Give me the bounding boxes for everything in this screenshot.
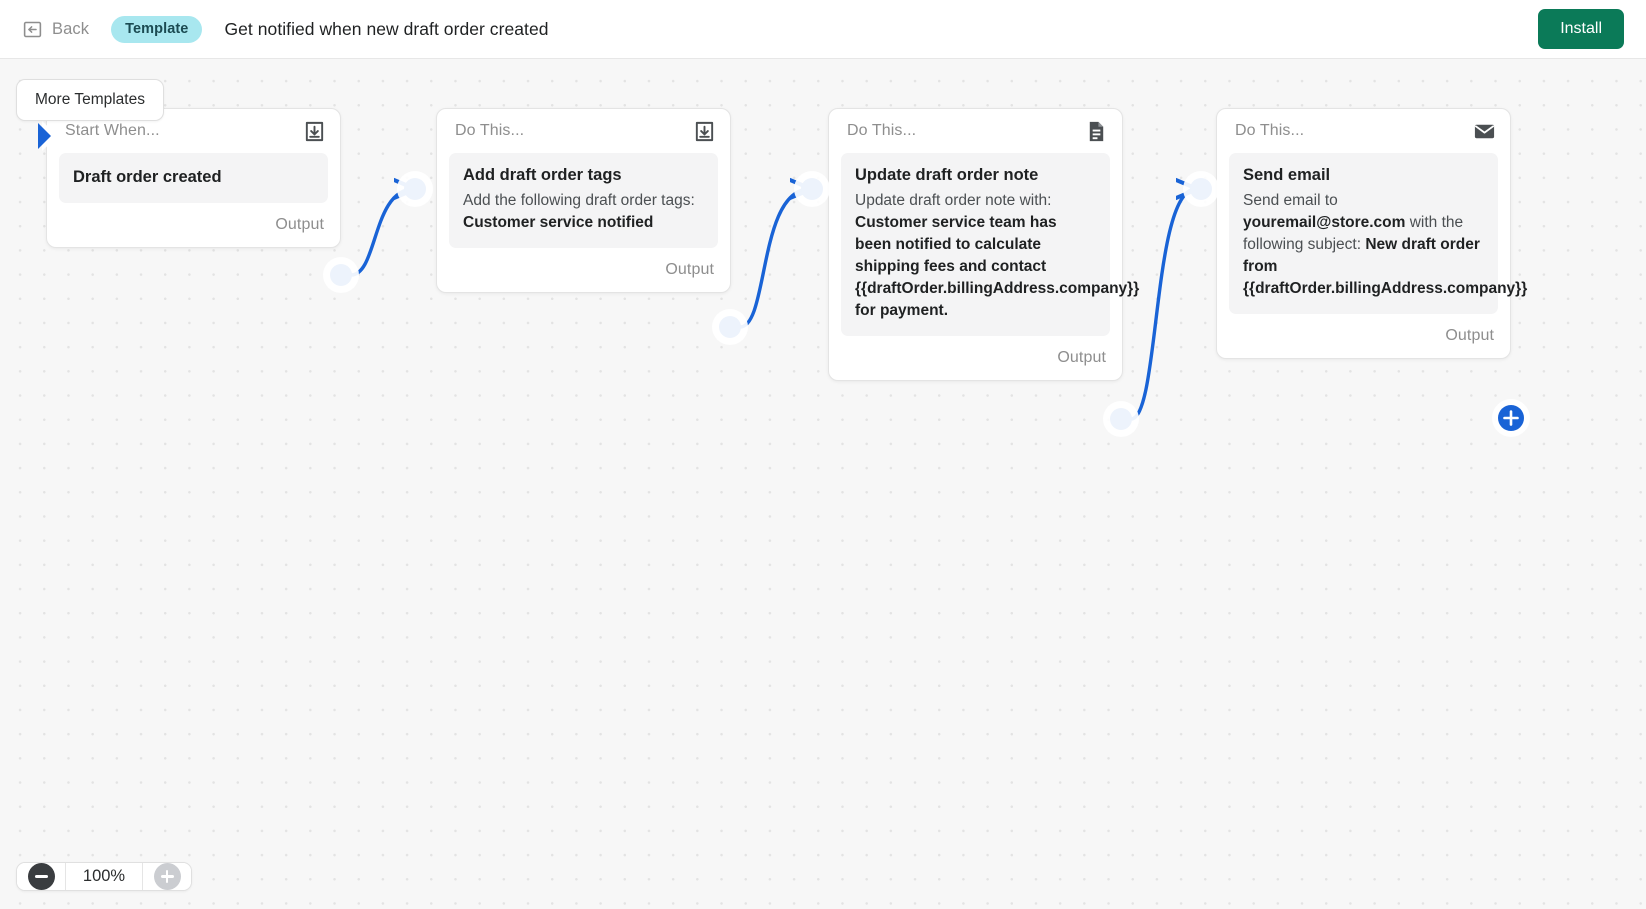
import-download-icon[interactable] [693, 120, 716, 143]
zoom-out-button[interactable] [17, 863, 65, 890]
flow-node-add-tags[interactable]: Do This... Add draft order tags Add the … [436, 108, 731, 294]
minus-circle-icon [27, 863, 55, 890]
add-step-button[interactable] [1492, 399, 1530, 437]
node-footer: Output [47, 203, 340, 247]
node-output-port[interactable] [323, 257, 359, 293]
node-header-title: Do This... [1235, 122, 1305, 139]
node-body: Add draft order tags Add the following d… [449, 153, 718, 249]
back-button[interactable]: Back [22, 19, 89, 40]
flow-canvas[interactable]: More Templates Start When... Draft order… [0, 59, 1646, 909]
node-header: Do This... [1217, 109, 1510, 153]
connector-3 [1130, 189, 1196, 421]
zoom-control[interactable]: 100% [16, 862, 192, 891]
node-input-port[interactable] [794, 171, 830, 207]
zoom-in-button[interactable] [143, 863, 191, 890]
node-footer: Output [1217, 314, 1510, 358]
node-header-title: Do This... [455, 122, 525, 139]
envelope-email-icon[interactable] [1473, 120, 1496, 143]
node-body-text: Update draft order note with: Customer s… [855, 192, 1140, 320]
node-output-port[interactable] [1103, 401, 1139, 437]
node-input-port[interactable] [397, 171, 433, 207]
node-output-port[interactable] [712, 309, 748, 345]
node-body: Update draft order note Update draft ord… [841, 153, 1140, 337]
node-output-label: Output [1057, 349, 1106, 367]
node-body-title: Add draft order tags [463, 166, 622, 184]
trigger-play-icon [34, 119, 64, 153]
node-footer: Output [829, 336, 1122, 380]
node-header-title: Start When... [65, 122, 160, 139]
node-header: Do This... [437, 109, 730, 153]
flow-node-trigger[interactable]: Start When... Draft order created Output [46, 108, 341, 249]
back-label: Back [52, 19, 90, 38]
node-output-label: Output [665, 261, 714, 279]
install-button[interactable]: Install [1538, 9, 1624, 49]
node-body-title: Draft order created [73, 168, 222, 186]
flow-node-update-note[interactable]: Do This... Update draft order note Updat… [828, 108, 1140, 382]
template-badge[interactable]: Template [111, 15, 203, 43]
node-input-port[interactable] [1183, 171, 1219, 207]
node-header-title: Do This... [847, 122, 917, 139]
node-body-text: Send email to youremail@store.com with t… [1243, 192, 1528, 298]
node-body-text: Add the following draft order tags: Cust… [463, 192, 695, 232]
node-output-label: Output [1445, 327, 1494, 345]
node-body-title: Update draft order note [855, 166, 1039, 184]
back-arrow-icon [22, 19, 43, 40]
more-templates-button[interactable]: More Templates [16, 79, 164, 121]
page-title: Get notified when new draft order create… [224, 18, 549, 39]
node-body-title: Send email [1243, 166, 1331, 184]
connector-2 [739, 189, 810, 329]
node-footer: Output [437, 248, 730, 292]
plus-circle-icon [153, 863, 181, 890]
node-body: Draft order created [59, 153, 328, 204]
node-body: Send email Send email to youremail@store… [1229, 153, 1528, 315]
zoom-level-value[interactable]: 100% [65, 863, 143, 890]
node-output-label: Output [275, 216, 324, 234]
node-header: Do This... [829, 109, 1122, 153]
flow-node-send-email[interactable]: Do This... Send email Send email to your… [1216, 108, 1528, 360]
app-header: Back Template Get notified when new draf… [0, 0, 1646, 59]
document-note-icon[interactable] [1085, 120, 1108, 143]
import-download-icon[interactable] [303, 120, 326, 143]
